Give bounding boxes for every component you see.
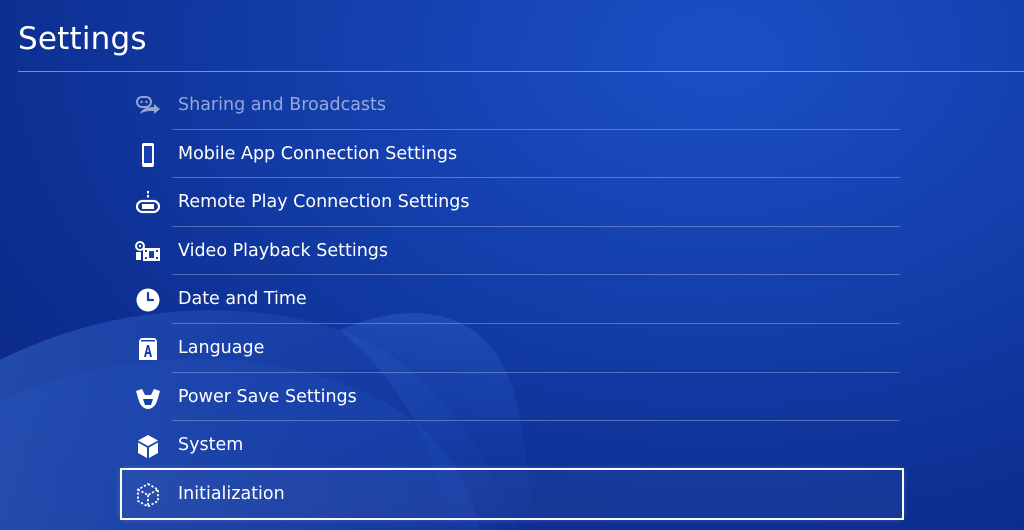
settings-item-mobile-app-connection[interactable]: Mobile App Connection Settings <box>122 130 902 179</box>
initialization-cube-icon <box>134 481 162 509</box>
settings-item-system[interactable]: System <box>122 421 902 470</box>
settings-item-label: Initialization <box>178 483 285 504</box>
system-cube-icon <box>134 432 162 460</box>
settings-item-label: Video Playback Settings <box>178 240 389 261</box>
video-playback-icon <box>134 238 162 266</box>
settings-item-remote-play-connection[interactable]: Remote Play Connection Settings <box>122 178 902 227</box>
settings-item-label: Date and Time <box>178 289 307 310</box>
settings-item-label: Sharing and Broadcasts <box>178 95 387 115</box>
settings-item-date-and-time[interactable]: Date and Time <box>122 275 902 324</box>
settings-item-label: Remote Play Connection Settings <box>178 192 470 213</box>
settings-item-power-save[interactable]: Power Save Settings <box>122 373 902 422</box>
header: Settings <box>0 0 1024 72</box>
remote-play-icon <box>134 189 162 217</box>
share-broadcast-icon <box>134 92 162 120</box>
settings-item-label: Language <box>178 337 265 358</box>
settings-list: Sharing and Broadcasts Mobile App Connec… <box>120 81 904 521</box>
settings-item-sharing-and-broadcasts[interactable]: Sharing and Broadcasts <box>122 81 902 130</box>
clock-icon <box>134 286 162 314</box>
power-save-icon <box>134 384 162 412</box>
settings-item-language[interactable]: Language <box>122 324 902 373</box>
page-title: Settings <box>18 21 147 57</box>
settings-item-label: Power Save Settings <box>178 386 357 407</box>
settings-item-label: System <box>178 435 244 456</box>
language-icon <box>134 335 162 363</box>
settings-item-video-playback[interactable]: Video Playback Settings <box>122 227 902 276</box>
smartphone-icon <box>134 141 162 169</box>
settings-item-initialization[interactable]: Initialization <box>120 467 904 521</box>
settings-item-label: Mobile App Connection Settings <box>178 143 458 164</box>
header-divider <box>18 71 1024 72</box>
